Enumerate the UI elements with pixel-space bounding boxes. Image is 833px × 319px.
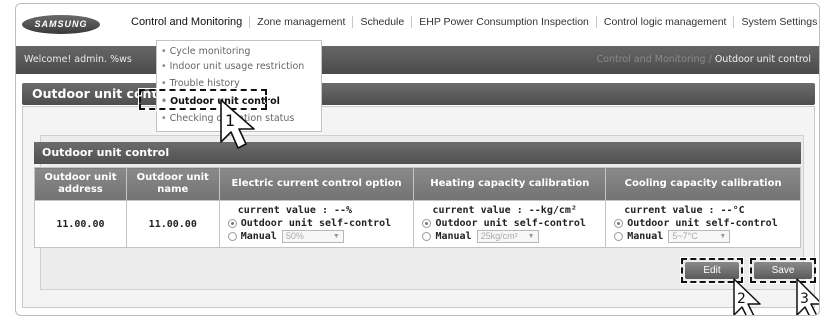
cell-address: 11.00.00 xyxy=(34,200,127,248)
top-bar: SAMSUNG Control and Monitoring Zone mana… xyxy=(16,4,819,46)
heating-self-control-radio[interactable] xyxy=(422,219,432,228)
electric-self-control-label: Outdoor unit self-control xyxy=(240,218,392,229)
card-title-bar: Outdoor unit control xyxy=(34,142,801,164)
cell-heating-calibration: current value : --kg/cm² Outdoor unit se… xyxy=(413,200,607,248)
heating-manual-label: Manual xyxy=(435,231,472,242)
samsung-logo: SAMSUNG xyxy=(22,15,100,34)
heating-current-value: current value : --kg/cm² xyxy=(432,205,577,216)
nav-schedule[interactable]: Schedule xyxy=(353,16,411,28)
electric-value-select[interactable]: 50% ▼ xyxy=(281,230,344,243)
main-nav: Control and Monitoring Zone management S… xyxy=(124,16,819,28)
cooling-manual-label: Manual xyxy=(627,231,664,242)
cooling-self-control-radio[interactable] xyxy=(614,219,624,228)
cooling-value-select[interactable]: 5~7°C ▼ xyxy=(668,230,731,243)
heating-manual-radio[interactable] xyxy=(422,232,432,241)
cooling-current-value: current value : --°C xyxy=(624,205,745,216)
nav-control-and-monitoring[interactable]: Control and Monitoring xyxy=(124,16,249,28)
col-electric-current-control: Electric current control option xyxy=(218,167,415,201)
cursor-callout-1: 1 xyxy=(220,99,255,149)
electric-manual-radio[interactable] xyxy=(227,232,237,241)
submenu-trouble-history[interactable]: • Trouble history xyxy=(161,78,240,89)
submenu-indoor-unit-usage-restriction[interactable]: • Indoor unit usage restriction xyxy=(161,61,304,72)
card-title: Outdoor unit control xyxy=(42,146,170,159)
nav-ehp-power-consumption[interactable]: EHP Power Consumption Inspection xyxy=(412,16,596,28)
breadcrumb: Control and Monitoring / Outdoor unit co… xyxy=(597,54,812,65)
heating-select-value: 25kg/cm² xyxy=(480,231,518,241)
cooling-self-control-label: Outdoor unit self-control xyxy=(627,218,778,229)
nav-control-logic-management[interactable]: Control logic management xyxy=(597,16,734,28)
cursor-callout-2: 2 xyxy=(733,278,761,315)
chevron-down-icon: ▼ xyxy=(332,233,340,240)
breadcrumb-separator: / xyxy=(708,54,712,65)
callout-number-1: 1 xyxy=(225,111,235,130)
cooling-manual-radio[interactable] xyxy=(614,232,624,241)
callout-number-2: 2 xyxy=(737,291,746,307)
cooling-select-value: 5~7°C xyxy=(672,231,698,241)
breadcrumb-current: Outdoor unit control xyxy=(714,54,811,65)
app-window: SAMSUNG Control and Monitoring Zone mana… xyxy=(15,3,820,316)
welcome-bar: Welcome! admin. %ws Control and Monitori… xyxy=(16,46,819,74)
table-row: 11.00.00 11.00.00 current value : --% Ou… xyxy=(34,200,801,248)
breadcrumb-parent[interactable]: Control and Monitoring xyxy=(597,54,706,65)
submenu-cycle-monitoring[interactable]: • Cycle monitoring xyxy=(161,46,250,57)
cell-electric-option: current value : --% Outdoor unit self-co… xyxy=(218,200,415,248)
col-heating-capacity: Heating capacity calibration xyxy=(413,167,607,201)
nav-zone-management[interactable]: Zone management xyxy=(250,16,352,28)
table-header-row: Outdoor unit address Outdoor unit name E… xyxy=(34,167,801,201)
col-cooling-capacity: Cooling capacity calibration xyxy=(605,167,801,201)
electric-current-value: current value : --% xyxy=(237,205,353,216)
callout-number-3: 3 xyxy=(800,291,809,307)
welcome-text: Welcome! admin. %ws xyxy=(24,54,132,65)
electric-select-value: 50% xyxy=(285,231,304,241)
chevron-down-icon: ▼ xyxy=(527,233,535,240)
col-outdoor-unit-name: Outdoor unit name xyxy=(125,167,220,201)
electric-self-control-radio[interactable] xyxy=(227,219,237,228)
cell-name: 11.00.00 xyxy=(125,200,220,248)
col-outdoor-unit-address: Outdoor unit address xyxy=(34,167,127,201)
cursor-callout-3: 3 xyxy=(796,278,819,315)
outdoor-unit-table: Outdoor unit address Outdoor unit name E… xyxy=(34,167,801,248)
cell-cooling-calibration: current value : --°C Outdoor unit self-c… xyxy=(605,200,801,248)
heating-value-select[interactable]: 25kg/cm² ▼ xyxy=(476,230,539,243)
heating-self-control-label: Outdoor unit self-control xyxy=(435,218,586,229)
electric-manual-label: Manual xyxy=(240,231,277,242)
nav-system-settings[interactable]: System Settings xyxy=(734,16,819,28)
chevron-down-icon: ▼ xyxy=(719,233,727,240)
